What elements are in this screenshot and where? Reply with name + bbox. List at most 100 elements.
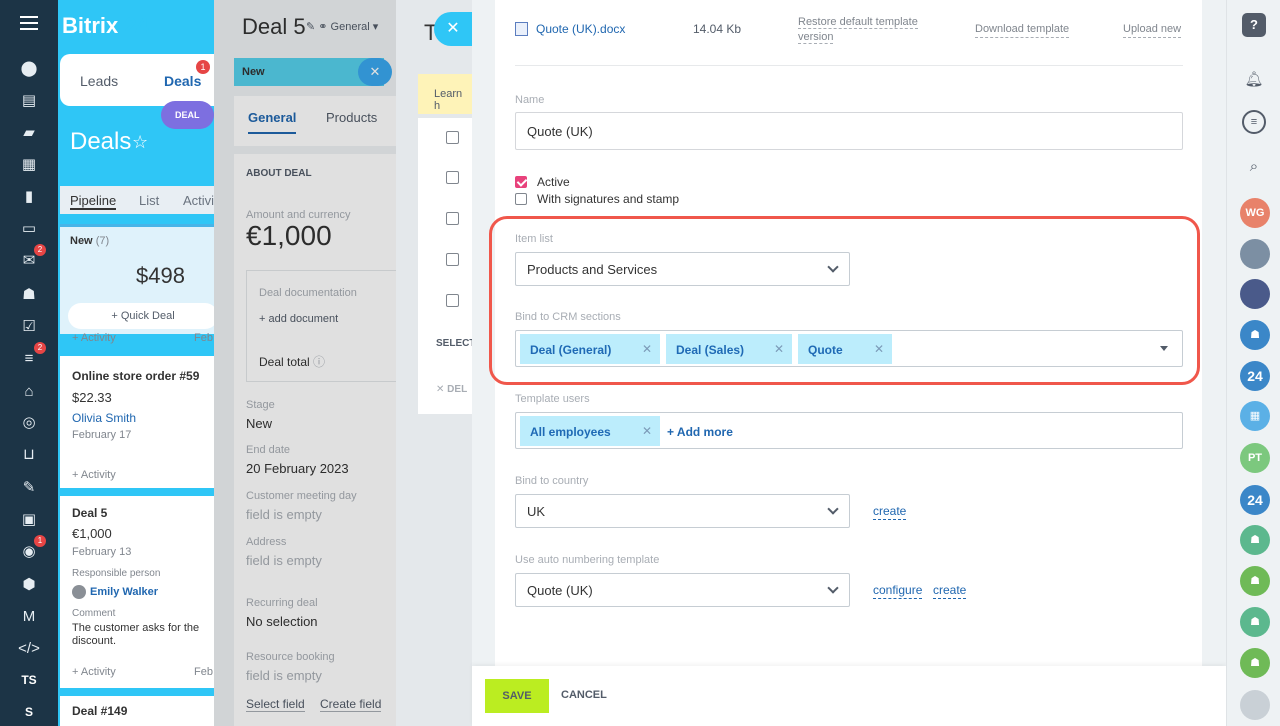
tab-leads[interactable]: Leads — [80, 73, 118, 89]
responsible-label: Responsible person — [72, 568, 161, 579]
marketing-icon[interactable]: M — [18, 605, 40, 627]
mail-badge: 2 — [34, 244, 46, 256]
tab-list[interactable]: List — [139, 193, 159, 208]
avatar[interactable]: WG — [1240, 198, 1270, 228]
developer-icon[interactable]: </> — [18, 637, 40, 659]
target-icon[interactable]: ◎ — [18, 411, 40, 433]
remove-tag-icon[interactable]: ✕ — [774, 342, 784, 356]
numbering-select[interactable]: Quote (UK) — [515, 573, 850, 607]
robot-icon[interactable]: ◉ 1 — [18, 535, 46, 562]
crm-badge: 2 — [34, 342, 46, 354]
restore-template-link[interactable]: Restore default template version — [798, 15, 918, 45]
calendar-icon[interactable]: ▦ — [1240, 401, 1270, 431]
box-icon[interactable]: ⬢ — [18, 573, 40, 595]
country-select[interactable]: UK — [515, 494, 850, 528]
docs-icon[interactable]: ▮ — [18, 185, 40, 207]
tag-deal-sales[interactable]: Deal (Sales) ✕ — [666, 334, 792, 364]
deal-card[interactable]: Deal #149 — [60, 696, 218, 726]
crm-icon[interactable]: ≡ 2 — [18, 342, 46, 369]
file-name-link[interactable]: Quote (UK).docx — [536, 22, 625, 36]
deal-pill[interactable]: DEAL — [161, 101, 214, 129]
deal-card[interactable]: Online store order #59 $22.33 Olivia Smi… — [60, 356, 218, 488]
group-icon[interactable]: ☗ — [1240, 566, 1270, 596]
remove-tag-icon[interactable]: ✕ — [642, 342, 652, 356]
template-users-selector[interactable]: All employees ✕ + Add more — [515, 412, 1183, 449]
delete-button[interactable]: ✕ DEL — [436, 384, 467, 395]
tag-quote[interactable]: Quote ✕ — [798, 334, 892, 364]
deal-card[interactable]: Deal 5 €1,000 February 13 Responsible pe… — [60, 496, 218, 688]
feed-icon[interactable]: ⬤ — [18, 57, 40, 79]
drive-icon[interactable]: ▭ — [18, 217, 40, 239]
checklist-icon[interactable]: ☑ — [18, 315, 40, 337]
card-person[interactable]: Olivia Smith — [72, 411, 136, 425]
bitrix-logo[interactable]: Bitrix 24 — [62, 13, 149, 39]
menu-icon[interactable] — [20, 16, 38, 30]
remove-tag-icon[interactable]: ✕ — [642, 424, 652, 438]
group-icon[interactable]: ☗ — [1240, 525, 1270, 555]
avatar[interactable]: PT — [1240, 443, 1270, 473]
bank-icon[interactable]: ⌂ — [18, 380, 40, 402]
group-chat-icon[interactable]: ☗ — [1240, 320, 1270, 350]
active-checkbox[interactable] — [515, 176, 527, 188]
row-checkbox[interactable] — [446, 294, 459, 307]
quick-deal-button[interactable]: + Quick Deal — [68, 303, 218, 329]
user-initials-secondary[interactable]: S — [0, 705, 58, 719]
activity-link[interactable]: + Activity — [72, 332, 116, 344]
tab-activities[interactable]: Activi — [183, 193, 214, 208]
signatures-checkbox[interactable] — [515, 193, 527, 205]
group-icon[interactable]: ☗ — [1240, 607, 1270, 637]
tab-pipeline[interactable]: Pipeline — [70, 193, 117, 210]
comment-text: The customer asks for the — [72, 622, 200, 634]
deals-title: Deals — [70, 128, 132, 155]
upload-new-link[interactable]: Upload new — [1123, 22, 1182, 38]
learn-banner[interactable]: Learn h — [418, 74, 474, 114]
row-checkbox[interactable] — [446, 171, 459, 184]
search-icon[interactable]: ⌕ — [1242, 155, 1266, 179]
cancel-button[interactable]: CANCEL — [561, 689, 607, 701]
card-title[interactable]: Deal 5 — [72, 506, 107, 520]
chat-icon[interactable]: ▰ — [18, 121, 40, 143]
avatar[interactable] — [1240, 239, 1270, 269]
groups-icon[interactable]: ☗ — [18, 283, 40, 305]
tasks-icon[interactable]: ▤ — [18, 89, 40, 111]
calendar-icon[interactable]: ▦ — [18, 153, 40, 175]
chat-bubble-icon[interactable]: ≡ — [1242, 110, 1266, 134]
user-initials[interactable]: TS — [0, 673, 58, 687]
bitrix24-icon[interactable]: 24 — [1240, 361, 1270, 391]
create-numbering-link[interactable]: create — [933, 583, 967, 599]
card-title[interactable]: Online store order #59 — [72, 369, 199, 383]
bell-icon[interactable]: 🔔︎ — [1242, 68, 1266, 92]
tag-all-employees[interactable]: All employees ✕ — [520, 416, 660, 446]
star-icon[interactable]: ☆ — [132, 132, 148, 153]
configure-numbering-link[interactable]: configure — [873, 583, 923, 599]
row-checkbox[interactable] — [446, 253, 459, 266]
responsible-name[interactable]: Emily Walker — [72, 585, 158, 599]
create-country-link[interactable]: create — [873, 504, 907, 520]
download-template-link[interactable]: Download template — [975, 22, 1070, 38]
tag-deal-general[interactable]: Deal (General) ✕ — [520, 334, 660, 364]
contact-card-icon[interactable]: ▣ — [18, 508, 40, 530]
mail-icon[interactable]: ✉ 2 — [18, 244, 46, 271]
tab-deals[interactable]: Deals — [164, 73, 201, 89]
save-button[interactable]: SAVE — [485, 679, 549, 713]
avatar[interactable] — [1240, 279, 1270, 309]
close-icon[interactable]: ✕ — [434, 12, 472, 46]
help-icon[interactable]: ? — [1242, 13, 1266, 37]
cart-icon[interactable]: ⊔ — [18, 443, 40, 465]
row-checkbox[interactable] — [446, 131, 459, 144]
row-checkbox[interactable] — [446, 212, 459, 225]
crm-sections-selector[interactable]: Deal (General) ✕ Deal (Sales) ✕ Quote ✕ — [515, 330, 1183, 367]
name-input[interactable] — [515, 112, 1183, 150]
sign-icon[interactable]: ✎ — [18, 476, 40, 498]
bitrix24-icon[interactable]: 24 — [1240, 485, 1270, 515]
dropdown-arrow-icon[interactable] — [1160, 346, 1168, 351]
remove-tag-icon[interactable]: ✕ — [874, 342, 884, 356]
group-icon[interactable]: ☗ — [1240, 648, 1270, 678]
avatar[interactable] — [1240, 690, 1270, 720]
add-more-button[interactable]: + Add more — [667, 425, 733, 439]
card-title[interactable]: Deal #149 — [72, 704, 127, 718]
activity-link[interactable]: + Activity — [72, 666, 116, 678]
item-list-select[interactable]: Products and Services — [515, 252, 850, 286]
activity-link[interactable]: + Activity — [72, 469, 116, 481]
right-sidebar: ? 🔔︎ ≡ ⌕ WG ☗ 24 ▦ PT 24 ☗ ☗ ☗ ☗ — [1226, 0, 1280, 726]
